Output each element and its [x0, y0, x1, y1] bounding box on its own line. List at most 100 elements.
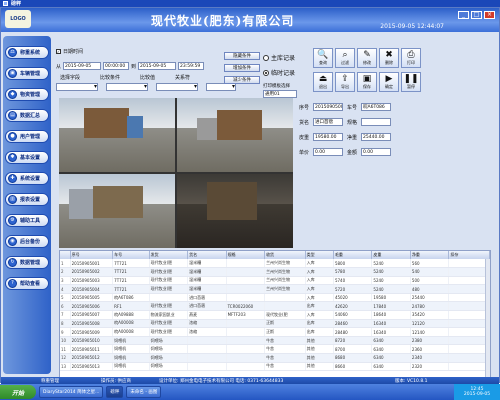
- column-header[interactable]: 发货: [149, 251, 189, 259]
- sidebar-item-6[interactable]: ✱ 基本设置: [5, 151, 49, 164]
- table-cell: [149, 293, 189, 303]
- column-header[interactable]: 毛重: [333, 251, 373, 259]
- table-row[interactable]: 5 20150905005 皖A6T086 进口苜蓿 入库 45020 19580 25440: [60, 293, 490, 303]
- column-header[interactable]: 皮重: [371, 251, 411, 259]
- table-row[interactable]: 10 20150905010 饲喂机 饲喂场 牛舍 其他 8720 6340 2380: [60, 336, 490, 346]
- column-header[interactable]: 货名: [187, 251, 227, 259]
- column-header[interactable]: 车号: [112, 251, 150, 259]
- tool-button-3[interactable]: ✎ 修改: [357, 48, 377, 68]
- column-header[interactable]: 扣杂: [448, 251, 490, 259]
- net-field[interactable]: 25440.00: [361, 133, 391, 141]
- compare-select[interactable]: [106, 83, 148, 91]
- tool-button-10[interactable]: ❚❚ 暂停: [401, 72, 421, 92]
- table-row[interactable]: 1 20150905001 7T721 现代牧业(肥 湿米糟 兰州兴尚生物 入库 5800 52…: [60, 259, 490, 269]
- table-cell: 进口苜蓿: [187, 301, 227, 312]
- sidebar-item-label: 物资管理: [20, 92, 41, 98]
- table-row[interactable]: 4 20150905004 7T721 现代牧业(肥 湿米糟 兰州兴尚生物 入库 5720 52…: [60, 284, 490, 294]
- sidebar-item-4[interactable]: ▤ 数据汇总: [5, 109, 49, 122]
- main-records-radio[interactable]: [263, 54, 269, 61]
- tool-button-1[interactable]: 🔍 查询: [313, 48, 333, 68]
- table-row[interactable]: 13 20150905013 饲喂机 饲喂场 牛舍 其他 8660 6340 2320: [60, 362, 490, 372]
- sidebar-item-9[interactable]: ⚙ 辅助工具: [5, 214, 49, 227]
- table-row[interactable]: 9 20150905009 皖A00008 现代牧业(肥 浓缩 正斯 出库 28480 1634…: [60, 327, 490, 337]
- sidebar-item-2[interactable]: ▣ 车辆管理: [5, 67, 49, 80]
- sidebar-item-label: 报表设置: [20, 197, 41, 203]
- sidebar-item-8[interactable]: ▥ 报表设置: [5, 193, 49, 206]
- start-button[interactable]: 开始: [0, 385, 36, 399]
- sidebar-item-7[interactable]: ✚ 系统设置: [5, 172, 49, 185]
- plate-field[interactable]: 皖A6T086: [361, 103, 391, 111]
- sidebar-item-5[interactable]: ● 用户管理: [5, 130, 49, 143]
- serial-field[interactable]: 20150905002: [313, 103, 343, 111]
- tare-label: 皮重: [299, 134, 310, 141]
- table-cell: [226, 284, 266, 294]
- user-icon: ●: [8, 132, 17, 141]
- column-header[interactable]: 收货: [264, 251, 306, 259]
- print-template-select[interactable]: 通用01: [263, 90, 297, 98]
- table-row[interactable]: 8 20150905008 皖A00008 现代牧业(肥 浓缩 正斯 出库 28460 1634…: [60, 319, 490, 329]
- table-row[interactable]: 6 20150905006 RF1 现代牧业(肥 进口苜蓿 TCR0022060 出库 426…: [60, 301, 490, 312]
- table-scrollbar[interactable]: [485, 259, 490, 377]
- column-header[interactable]: 规格: [226, 251, 266, 259]
- column-header[interactable]: [60, 251, 71, 259]
- tool-button-2[interactable]: ⌕ 过滤: [335, 48, 355, 68]
- tool-label: 暂停: [407, 84, 415, 89]
- tool-button-9[interactable]: ▶ 确定: [379, 72, 399, 92]
- tool-button-6[interactable]: ⏏ 退出: [313, 72, 333, 92]
- compare-value-input[interactable]: [156, 83, 198, 91]
- sidebar-item-11[interactable]: ↻ 数据管理: [5, 256, 49, 269]
- serial-label: 序号: [299, 104, 310, 111]
- tool-button-8[interactable]: ▣ 保存: [357, 72, 377, 92]
- spec-field[interactable]: [361, 118, 391, 126]
- maximize-button[interactable]: □: [471, 11, 482, 19]
- remove-condition-button[interactable]: 减少条件: [224, 76, 260, 84]
- table-cell: 现代牧业(肥: [149, 301, 189, 312]
- time-from-field[interactable]: 00:00:00: [103, 62, 130, 70]
- taskbar-item-diarystar[interactable]: DiaryStar2014 简体之星...: [39, 386, 104, 398]
- table-cell: 现代牧业(肥: [149, 267, 189, 277]
- close-button[interactable]: ×: [484, 11, 495, 19]
- table-row[interactable]: 3 20150905003 7T721 现代牧业(肥 湿米糟 兰州兴尚生物 入库 5740 52…: [60, 276, 490, 286]
- table-cell: 其他: [305, 336, 334, 346]
- table-row[interactable]: 7 20150905007 皖A09888 物流家园凯业 燕麦 MFTF203 现代牧业(肥…: [60, 310, 490, 320]
- table-row[interactable]: 2 20150905002 7T721 现代牧业(肥 湿米糟 兰州兴尚生物 入库 5780 52…: [60, 267, 490, 277]
- table-row[interactable]: 12 20150905012 饲喂机 饲喂场 牛舍 其他 8680 6340 2340: [60, 353, 490, 363]
- sync-icon: ↻: [8, 258, 17, 267]
- column-header[interactable]: 序号: [70, 251, 114, 259]
- tool-button-5[interactable]: ⎙ 打印: [401, 48, 421, 68]
- sidebar-item-label: 用户管理: [20, 134, 41, 140]
- sidebar-item-3[interactable]: ◆ 物资管理: [5, 88, 49, 101]
- table-cell: 入库: [305, 259, 334, 269]
- temp-records-radio[interactable]: [263, 69, 269, 76]
- table-row[interactable]: 11 20150905011 饲喂机 饲喂场 牛舍 其他 8700 6340 2360: [60, 344, 490, 355]
- table-cell: 2380: [410, 336, 450, 346]
- table-cell: 其他: [305, 353, 334, 363]
- table-cell: 皖A00008: [112, 319, 150, 329]
- tare-field[interactable]: 19580.00: [313, 133, 343, 141]
- add-condition-button[interactable]: 增加条件: [224, 64, 260, 72]
- goods-field[interactable]: 进口苜蓿: [313, 118, 343, 126]
- table-cell: 饲喂场: [149, 344, 189, 355]
- price-field[interactable]: 0.00: [313, 148, 343, 156]
- field-select[interactable]: [56, 83, 98, 91]
- tool-button-7[interactable]: ⇪ 导出: [335, 72, 355, 92]
- minimize-button[interactable]: _: [458, 11, 469, 19]
- table-cell: 进口苜蓿: [187, 293, 227, 303]
- hide-condition-button[interactable]: 隐藏条件: [224, 52, 260, 60]
- date-range-checkbox[interactable]: ✓: [56, 49, 61, 54]
- sidebar-item-10[interactable]: ◉ 后台备份: [5, 235, 49, 248]
- date-from-field[interactable]: 2015-09-05: [63, 62, 102, 70]
- table-cell: 8700: [333, 344, 373, 355]
- taskbar-item-paint[interactable]: 未命名 - 画图: [126, 386, 162, 398]
- sidebar-item-12[interactable]: ? 帮助查看: [5, 277, 49, 290]
- table-cell: 20150905001: [70, 259, 114, 269]
- column-header[interactable]: 类型: [305, 251, 334, 259]
- column-header[interactable]: 净重: [410, 251, 450, 259]
- amount-field[interactable]: 0.00: [361, 148, 391, 156]
- date-to-field[interactable]: 2015-09-05: [138, 62, 177, 70]
- tool-button-4[interactable]: ✖ 删除: [379, 48, 399, 68]
- table-cell: [226, 267, 266, 277]
- time-to-field[interactable]: 23:59:59: [178, 62, 205, 70]
- taskbar-item-scale[interactable]: 磅秤: [106, 386, 124, 398]
- sidebar-item-1[interactable]: ⚖ 称重系统: [5, 46, 49, 59]
